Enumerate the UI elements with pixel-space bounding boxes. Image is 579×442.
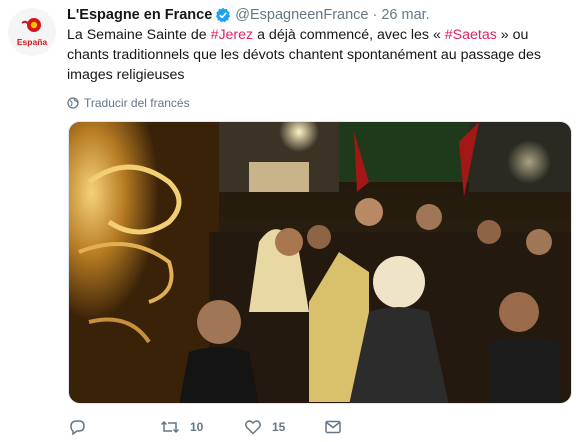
tweet-actions: 10 15 [68,417,508,437]
tweet-date[interactable]: 26 mar. [381,7,429,23]
like-count: 15 [272,420,286,434]
tweet-photo[interactable] [68,121,572,404]
tweet-header: L'Espagne en France @EspagneenFrance · 2… [67,5,572,25]
translate-link[interactable]: Traducir del francés [67,95,572,111]
avatar[interactable]: España [8,8,56,56]
globe-icon [67,97,79,109]
espana-logo: España [8,8,56,56]
hashtag-saetas[interactable]: #Saetas [445,27,497,43]
text-segment: a déjà commencé, avec les « [253,27,445,43]
text-segment: La Semaine Sainte de [67,27,211,43]
tweet-text: La Semaine Sainte de #Jerez a déjà comme… [67,25,572,85]
svg-text:España: España [17,37,48,47]
envelope-icon [325,420,341,434]
verified-badge-icon [215,7,231,23]
like-button[interactable]: 15 [244,418,324,436]
translate-label[interactable]: Traducir del francés [84,96,190,110]
reply-button[interactable] [68,418,160,436]
retweet-button[interactable]: 10 [160,418,244,436]
photo-procession [69,122,571,403]
retweet-icon [160,420,180,434]
hashtag-jerez[interactable]: #Jerez [211,27,254,43]
author-handle[interactable]: @EspagneenFrance [235,7,368,23]
reply-icon [70,420,85,436]
direct-message-button[interactable] [324,418,342,436]
separator-dot: · [372,7,378,23]
heart-icon [245,420,261,435]
author-name[interactable]: L'Espagne en France [67,7,212,23]
retweet-count: 10 [190,420,204,434]
tweet-body: L'Espagne en France @EspagneenFrance · 2… [67,5,572,111]
